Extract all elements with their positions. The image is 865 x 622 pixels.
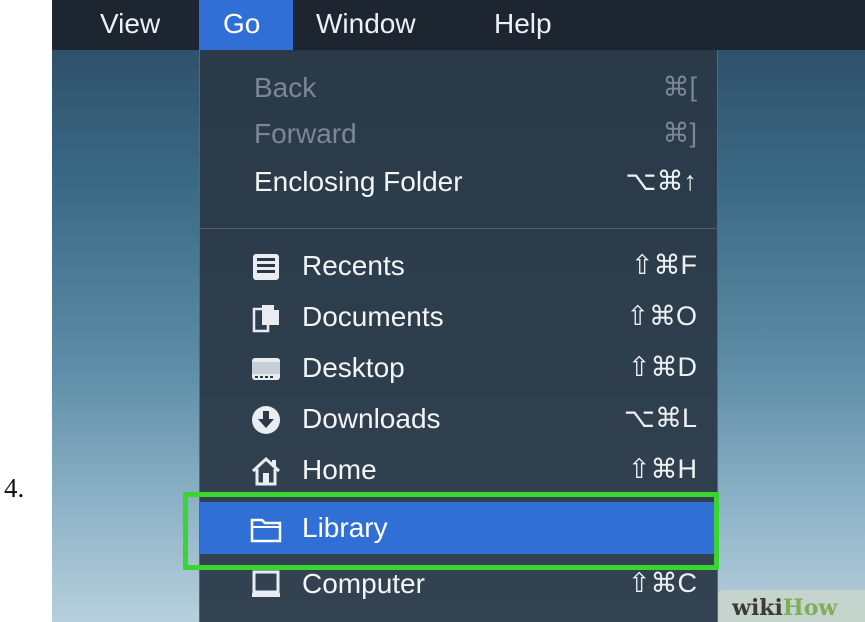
- menu-item-label: Computer: [302, 568, 425, 599]
- menu-item-shortcut: ⇧⌘O: [626, 301, 697, 331]
- menu-item-enclosing-folder[interactable]: Enclosing Folder ⌥⌘↑: [200, 158, 717, 206]
- menu-bar: View Go Window Help: [52, 0, 865, 50]
- menu-item-desktop[interactable]: Desktop ⇧⌘D: [200, 344, 717, 392]
- menu-item-shortcut: ⌘]: [662, 118, 697, 148]
- menu-item-documents[interactable]: Documents ⇧⌘O: [200, 293, 717, 341]
- menu-item-shortcut: ⌥⌘↑: [625, 166, 697, 196]
- menu-window[interactable]: Window: [300, 0, 432, 50]
- highlight-callout-box: [183, 492, 719, 570]
- home-icon: [250, 456, 282, 486]
- screen: View Go Window Help Back ⌘[ Forward ⌘] E…: [52, 0, 865, 622]
- menu-item-shortcut: ⇧⌘C: [627, 568, 697, 598]
- recents-icon: [250, 252, 282, 282]
- menu-item-back[interactable]: Back ⌘[: [200, 64, 717, 112]
- documents-icon: [250, 303, 282, 333]
- menu-item-recents[interactable]: Recents ⇧⌘F: [200, 242, 717, 290]
- computer-icon: [250, 570, 282, 600]
- menu-item-shortcut: ⌘[: [662, 72, 697, 102]
- menu-item-shortcut: ⇧⌘F: [630, 250, 697, 280]
- desktop-icon: [250, 354, 282, 384]
- menu-item-shortcut: ⇧⌘H: [627, 454, 697, 484]
- step-number: 4.: [4, 473, 25, 503]
- menu-view[interactable]: View: [84, 0, 176, 50]
- menu-item-label: Back: [254, 72, 317, 103]
- menu-go[interactable]: Go: [199, 0, 293, 50]
- menu-item-home[interactable]: Home ⇧⌘H: [200, 446, 717, 494]
- menu-item-label: Home: [302, 454, 377, 485]
- wikihow-watermark: wikiHow: [718, 590, 865, 622]
- menu-separator: [200, 228, 717, 229]
- watermark-how: How: [782, 595, 838, 621]
- menu-item-shortcut: ⇧⌘D: [627, 352, 697, 382]
- menu-item-label: Enclosing Folder: [254, 166, 463, 197]
- menu-item-label: Documents: [302, 301, 444, 332]
- menu-item-label: Forward: [254, 118, 357, 149]
- downloads-icon: [250, 405, 282, 435]
- menu-help[interactable]: Help: [478, 0, 568, 50]
- menu-item-shortcut: ⌥⌘L: [623, 403, 697, 433]
- menu-item-forward[interactable]: Forward ⌘]: [200, 110, 717, 158]
- menu-item-label: Recents: [302, 250, 405, 281]
- menu-item-label: Downloads: [302, 403, 441, 434]
- menu-item-label: Desktop: [302, 352, 405, 383]
- menu-item-downloads[interactable]: Downloads ⌥⌘L: [200, 395, 717, 443]
- watermark-wiki: wiki: [732, 595, 783, 621]
